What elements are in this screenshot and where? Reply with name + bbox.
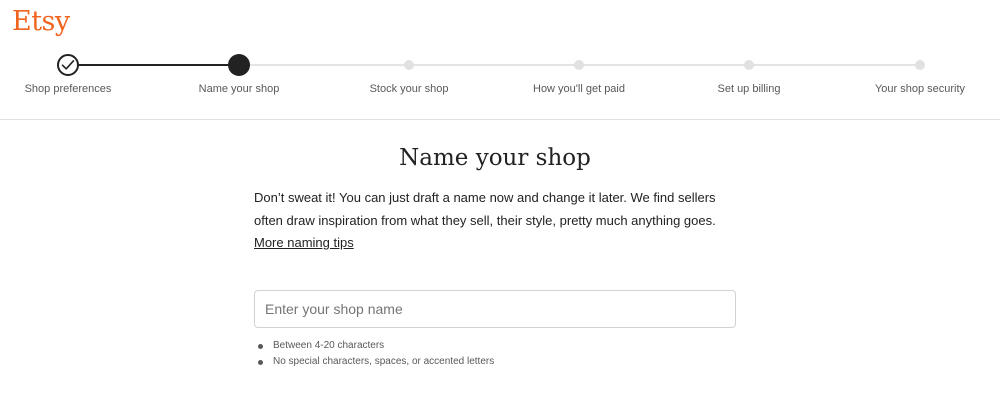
shop-name-requirements: Between 4-20 characters No special chara… <box>254 338 736 370</box>
intro-text: Don’t sweat it! You can just draft a nam… <box>254 190 716 228</box>
step-shop-preferences[interactable]: Shop preferences <box>0 50 143 95</box>
bullet-dot <box>258 359 263 365</box>
step-set-up-billing: Set up billing <box>674 50 824 95</box>
intro-paragraph: Don’t sweat it! You can just draft a nam… <box>254 187 736 255</box>
bullet-dot <box>258 343 263 349</box>
step-label: Name your shop <box>198 83 280 95</box>
step-label: Your shop security <box>874 83 966 95</box>
requirement-text: No special characters, spaces, or accent… <box>273 355 495 367</box>
step-label: Shop preferences <box>24 83 112 95</box>
step-name-your-shop: Name your shop <box>164 50 314 95</box>
step-pending-indicator <box>744 60 754 70</box>
step-current-indicator <box>228 54 250 76</box>
step-how-youll-get-paid: How you'll get paid <box>504 50 654 95</box>
step-pending-indicator <box>404 60 414 70</box>
requirement-item: Between 4-20 characters <box>254 338 736 354</box>
step-label: Stock your shop <box>369 83 449 95</box>
requirement-text: Between 4-20 characters <box>273 339 385 351</box>
step-stock-your-shop: Stock your shop <box>334 50 484 95</box>
step-pending-indicator <box>574 60 584 70</box>
step-label: Set up billing <box>717 83 781 95</box>
more-naming-tips-link[interactable]: More naming tips <box>254 235 354 250</box>
step-your-shop-security: Your shop security <box>845 50 995 95</box>
step-label: How you'll get paid <box>533 83 625 95</box>
requirement-item: No special characters, spaces, or accent… <box>254 354 736 370</box>
etsy-logo[interactable]: Etsy <box>12 4 70 40</box>
page-title: Name your shop <box>399 145 591 171</box>
onboarding-progress-stepper: Shop preferences Name your shop Stock yo… <box>0 50 1000 100</box>
step-complete-indicator <box>57 54 79 76</box>
check-icon <box>61 60 75 70</box>
shop-name-input[interactable] <box>254 289 736 328</box>
header-divider <box>0 119 1000 120</box>
step-pending-indicator <box>915 60 925 70</box>
name-shop-panel: Name your shop Don’t sweat it! You can j… <box>254 140 736 370</box>
